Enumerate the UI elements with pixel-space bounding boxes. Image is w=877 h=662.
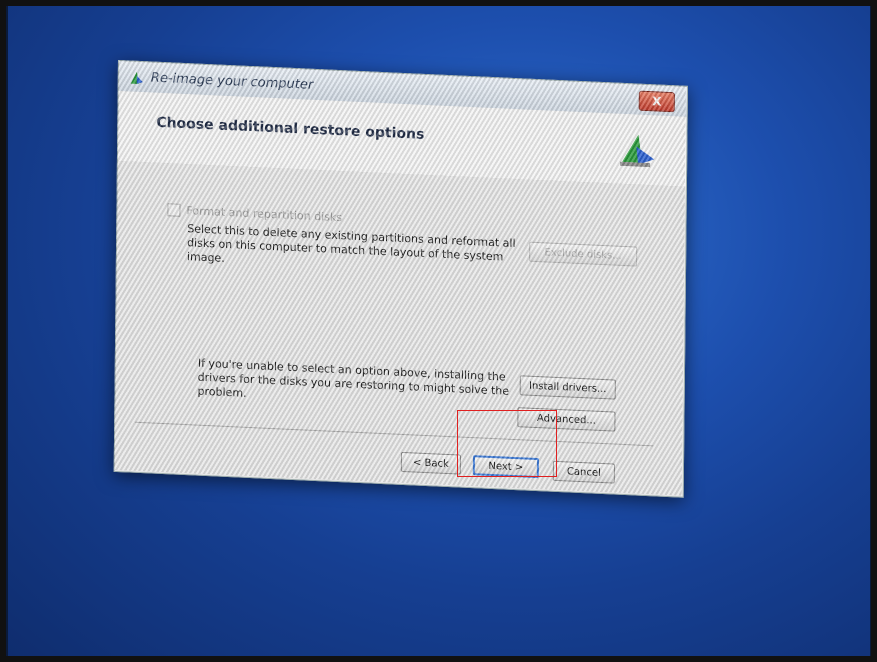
photo-frame-edge bbox=[0, 0, 877, 662]
